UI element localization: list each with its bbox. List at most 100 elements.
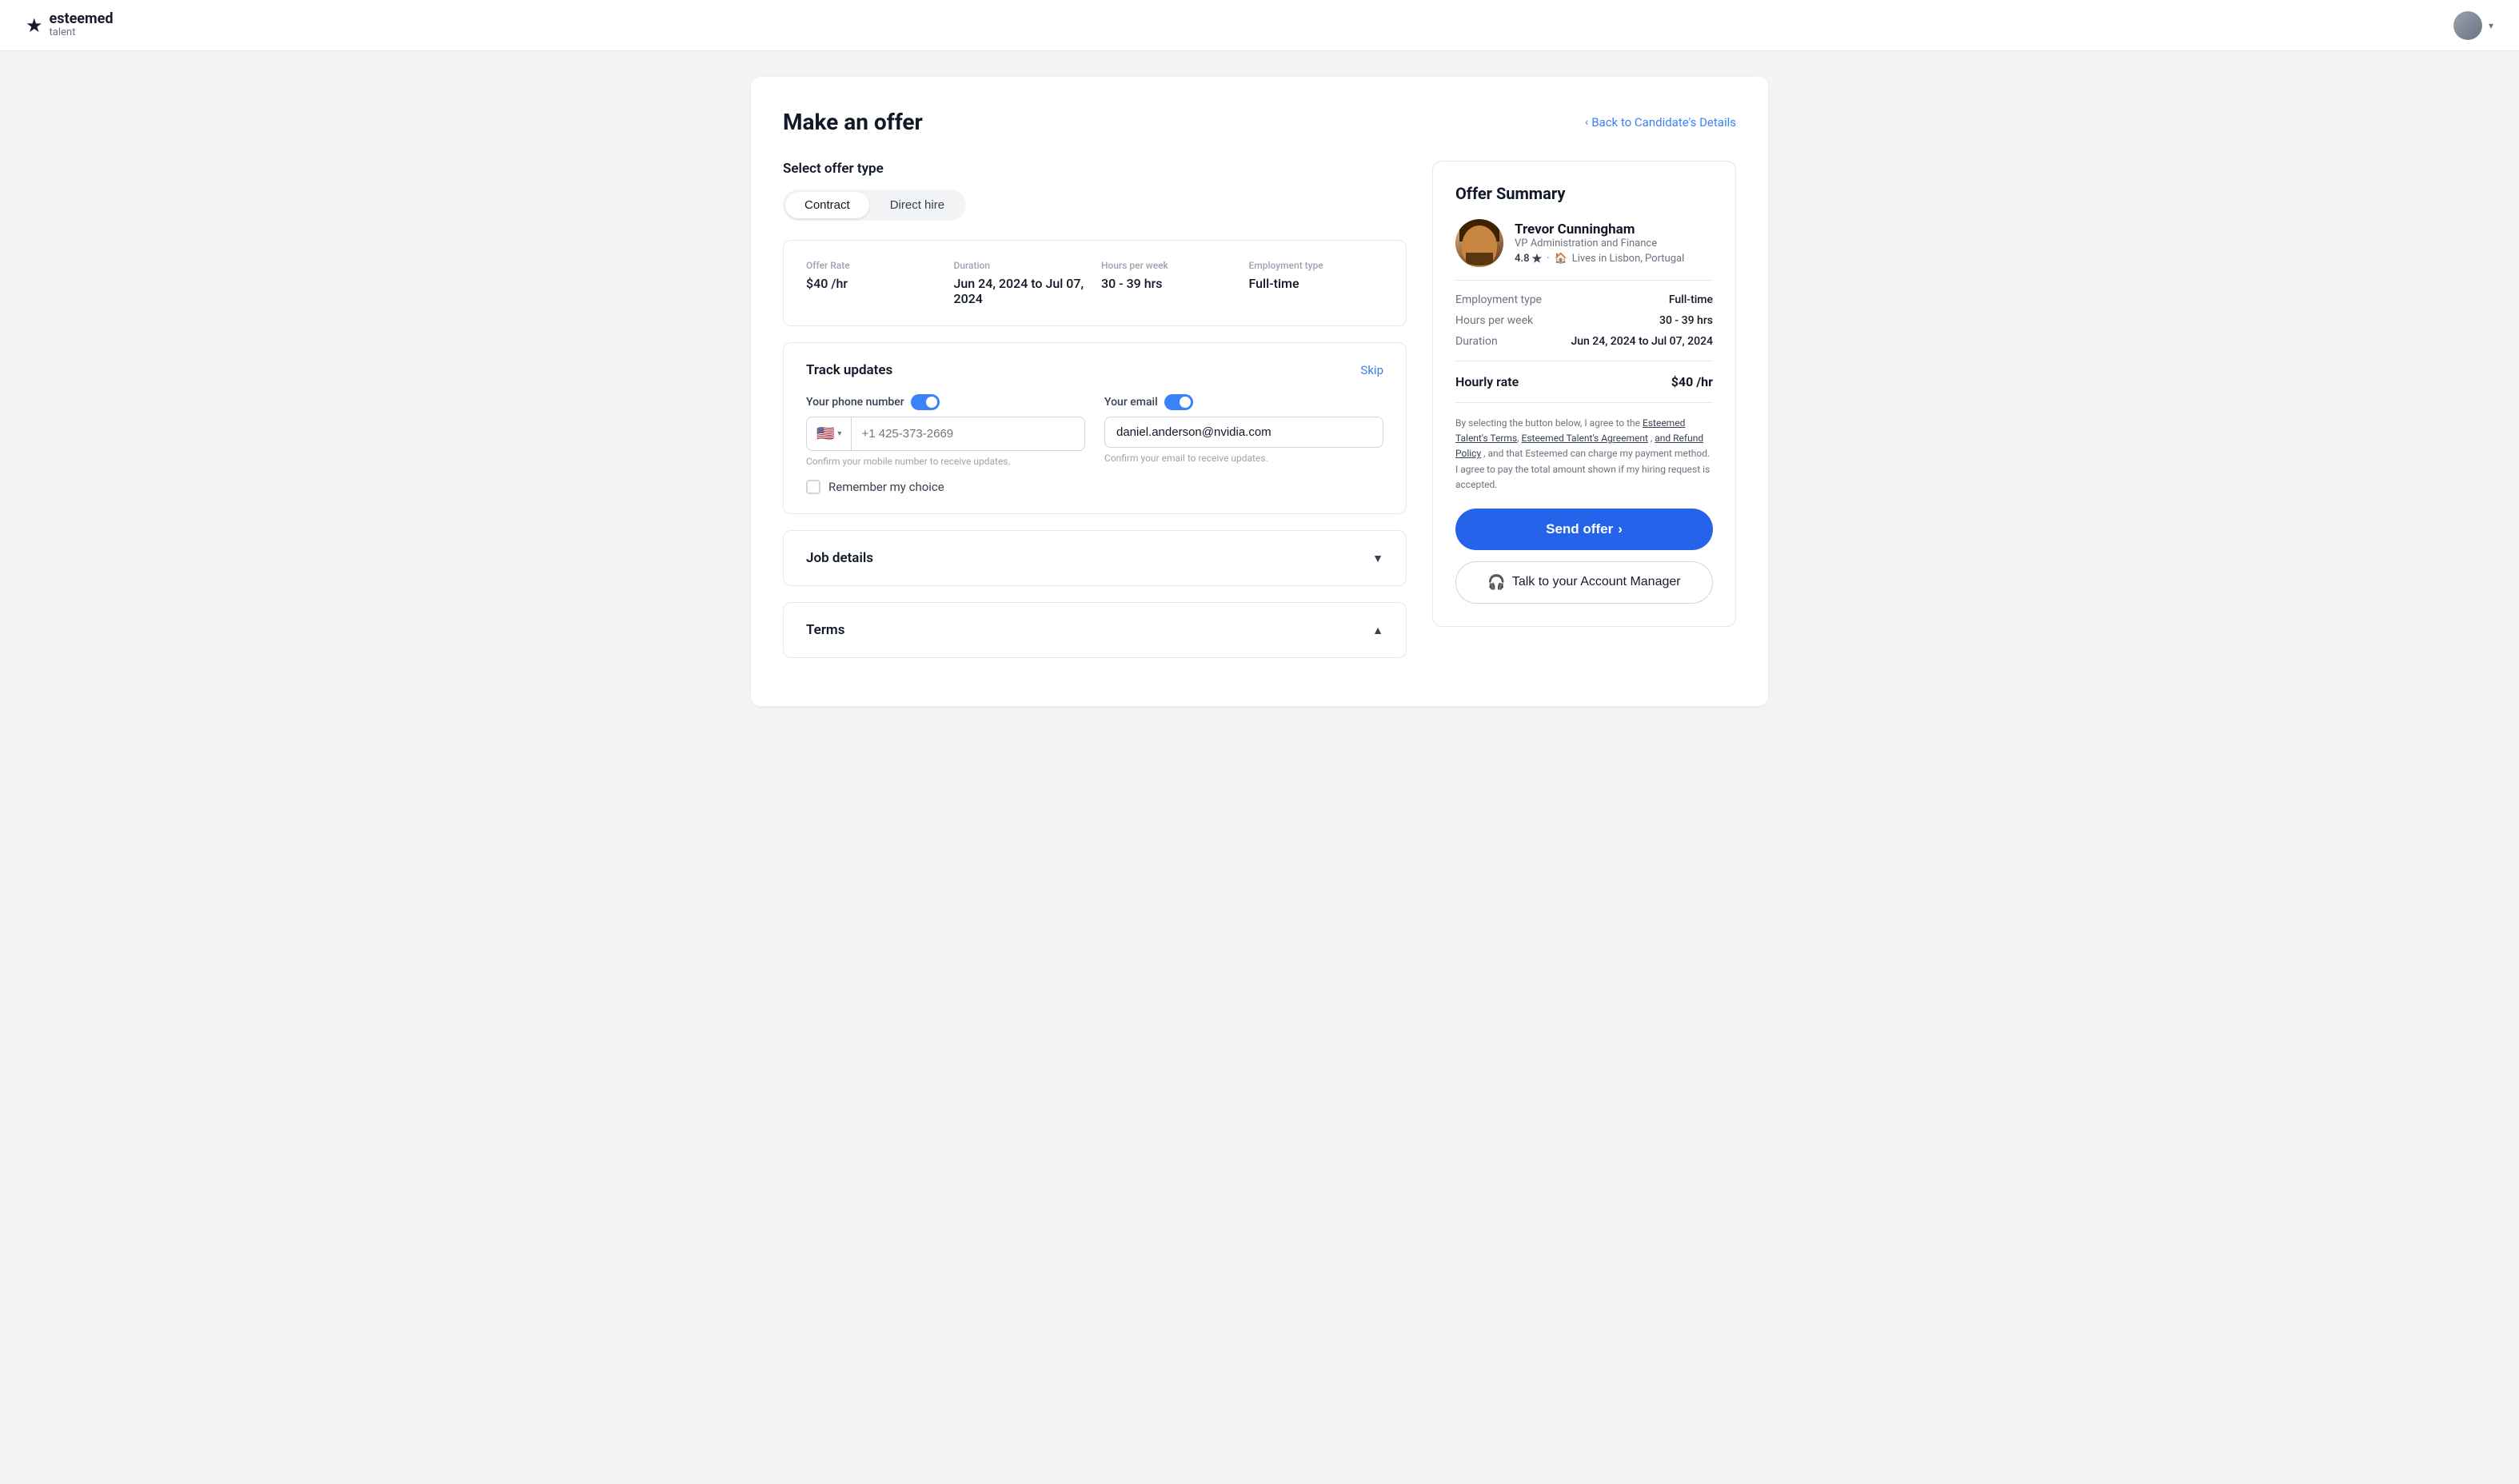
remember-choice-label: Remember my choice	[828, 480, 944, 494]
summary-rate-row: Hourly rate $40 /hr	[1455, 374, 1713, 389]
offer-type-toggle-group: Contract Direct hire	[783, 189, 966, 221]
content-layout: Select offer type Contract Direct hire O…	[783, 161, 1736, 674]
candidate-avatar-inner	[1455, 219, 1503, 267]
contract-toggle-button[interactable]: Contract	[785, 192, 869, 218]
offer-rate-value: $40 /hr	[806, 276, 941, 291]
offer-rate-item: Offer Rate $40 /hr	[806, 260, 941, 306]
track-fields-row: Your phone number 🇺🇸 ▾ Confirm your	[806, 394, 1383, 467]
logo-talent-label: talent	[50, 27, 114, 38]
hours-item: Hours per week 30 - 39 hrs	[1101, 260, 1236, 306]
hours-label: Hours per week	[1101, 260, 1236, 271]
divider-1	[1455, 280, 1713, 281]
summary-employment-row: Employment type Full-time	[1455, 293, 1713, 306]
duration-value: Jun 24, 2024 to Jul 07, 2024	[954, 276, 1089, 306]
track-updates-header: Track updates Skip	[806, 362, 1383, 378]
rating-value: 4.8	[1515, 253, 1530, 265]
page-content: Make an offer ‹ Back to Candidate's Deta…	[732, 51, 1787, 732]
us-flag-icon: 🇺🇸	[816, 425, 834, 442]
phone-hint: Confirm your mobile number to receive up…	[806, 456, 1085, 467]
offer-summary-title: Offer Summary	[1455, 184, 1713, 203]
user-menu[interactable]: ▾	[2453, 11, 2493, 40]
back-chevron-icon: ‹	[1585, 116, 1588, 129]
summary-employment-value: Full-time	[1669, 293, 1713, 306]
job-details-section: Job details ▼	[783, 530, 1407, 586]
remember-choice-row: Remember my choice	[806, 480, 1383, 494]
skip-link[interactable]: Skip	[1360, 363, 1383, 377]
summary-rate-label: Hourly rate	[1455, 374, 1519, 389]
main-header: Make an offer ‹ Back to Candidate's Deta…	[783, 109, 1736, 135]
terms-title: Terms	[806, 622, 844, 638]
summary-rate-value: $40 /hr	[1671, 374, 1713, 389]
employment-type-value: Full-time	[1249, 276, 1384, 291]
job-details-header[interactable]: Job details ▼	[806, 550, 1383, 566]
headset-icon: 🎧	[1487, 574, 1505, 591]
page-title: Make an offer	[783, 109, 923, 135]
back-link-label: Back to Candidate's Details	[1591, 115, 1736, 130]
employment-type-label: Employment type	[1249, 260, 1384, 271]
terms-section: Terms ▲	[783, 602, 1407, 658]
offer-summary-panel: Offer Summary Trevor Cunningham VP Admin…	[1432, 161, 1736, 627]
email-label-row: Your email	[1104, 394, 1383, 410]
send-offer-button[interactable]: Send offer ›	[1455, 509, 1713, 550]
employment-type-item: Employment type Full-time	[1249, 260, 1384, 306]
email-toggle-switch[interactable]	[1164, 394, 1193, 410]
summary-hours-value: 30 - 39 hrs	[1659, 314, 1713, 327]
account-manager-button[interactable]: 🎧 Talk to your Account Manager	[1455, 561, 1713, 604]
terms-header[interactable]: Terms ▲	[806, 622, 1383, 638]
terms-collapse-icon: ▲	[1372, 624, 1383, 637]
logo-star-icon: ★	[26, 14, 43, 37]
logo-esteemed-label: esteemed	[50, 11, 114, 27]
back-to-candidate-link[interactable]: ‹ Back to Candidate's Details	[1585, 115, 1736, 130]
main-card: Make an offer ‹ Back to Candidate's Deta…	[751, 77, 1768, 706]
location-icon: 🏠	[1555, 253, 1567, 265]
send-offer-label: Send offer	[1546, 521, 1613, 537]
left-column: Select offer type Contract Direct hire O…	[783, 161, 1407, 674]
candidate-avatar	[1455, 219, 1503, 267]
candidate-info: Trevor Cunningham VP Administration and …	[1515, 221, 1684, 265]
candidate-name: Trevor Cunningham	[1515, 221, 1684, 237]
summary-duration-row: Duration Jun 24, 2024 to Jul 07, 2024	[1455, 335, 1713, 348]
hours-value: 30 - 39 hrs	[1101, 276, 1236, 291]
summary-hours-label: Hours per week	[1455, 314, 1533, 327]
summary-duration-label: Duration	[1455, 335, 1498, 348]
terms-link-2[interactable]: Esteemed Talent's Agreement	[1522, 433, 1648, 444]
email-field-label: Your email	[1104, 396, 1158, 409]
remember-choice-checkbox[interactable]	[806, 480, 820, 494]
duration-item: Duration Jun 24, 2024 to Jul 07, 2024	[954, 260, 1089, 306]
star-icon: ★	[1532, 253, 1543, 265]
track-updates-section: Track updates Skip Your phone number	[783, 342, 1407, 514]
offer-details-box: Offer Rate $40 /hr Duration Jun 24, 2024…	[783, 240, 1407, 326]
offer-type-label: Select offer type	[783, 161, 1407, 177]
track-updates-title: Track updates	[806, 362, 892, 378]
duration-label: Duration	[954, 260, 1089, 271]
phone-field-group: Your phone number 🇺🇸 ▾ Confirm your	[806, 394, 1085, 467]
summary-duration-value: Jun 24, 2024 to Jul 07, 2024	[1571, 335, 1713, 348]
candidate-location: Lives in Lisbon, Portugal	[1572, 253, 1685, 265]
candidate-meta: 4.8 ★ · 🏠 Lives in Lisbon, Portugal	[1515, 253, 1684, 265]
candidate-row: Trevor Cunningham VP Administration and …	[1455, 219, 1713, 267]
separator: ·	[1547, 253, 1549, 265]
terms-agreement-text: By selecting the button below, I agree t…	[1455, 416, 1713, 493]
phone-field-label: Your phone number	[806, 396, 904, 409]
offer-type-section: Select offer type Contract Direct hire	[783, 161, 1407, 221]
terms-text-4: , and that Esteemed can charge my paymen…	[1455, 448, 1710, 489]
phone-label-row: Your phone number	[806, 394, 1085, 410]
account-manager-label: Talk to your Account Manager	[1512, 575, 1681, 589]
email-field-group: Your email Confirm your email to receive…	[1104, 394, 1383, 467]
send-offer-chevron-icon: ›	[1618, 521, 1623, 537]
candidate-role: VP Administration and Finance	[1515, 237, 1684, 249]
phone-input[interactable]	[852, 419, 1084, 449]
header: ★ esteemed talent ▾	[0, 0, 2519, 51]
job-details-collapse-icon: ▼	[1372, 552, 1383, 565]
job-details-title: Job details	[806, 550, 873, 566]
direct-hire-toggle-button[interactable]: Direct hire	[871, 192, 964, 218]
email-input[interactable]	[1104, 417, 1383, 448]
phone-toggle-switch[interactable]	[911, 394, 940, 410]
phone-flag-selector[interactable]: 🇺🇸 ▾	[807, 417, 852, 450]
chevron-down-icon: ▾	[2489, 20, 2493, 31]
logo-text: esteemed talent	[50, 11, 114, 38]
divider-3	[1455, 402, 1713, 403]
summary-employment-label: Employment type	[1455, 293, 1542, 306]
summary-hours-row: Hours per week 30 - 39 hrs	[1455, 314, 1713, 327]
avatar	[2453, 11, 2482, 40]
